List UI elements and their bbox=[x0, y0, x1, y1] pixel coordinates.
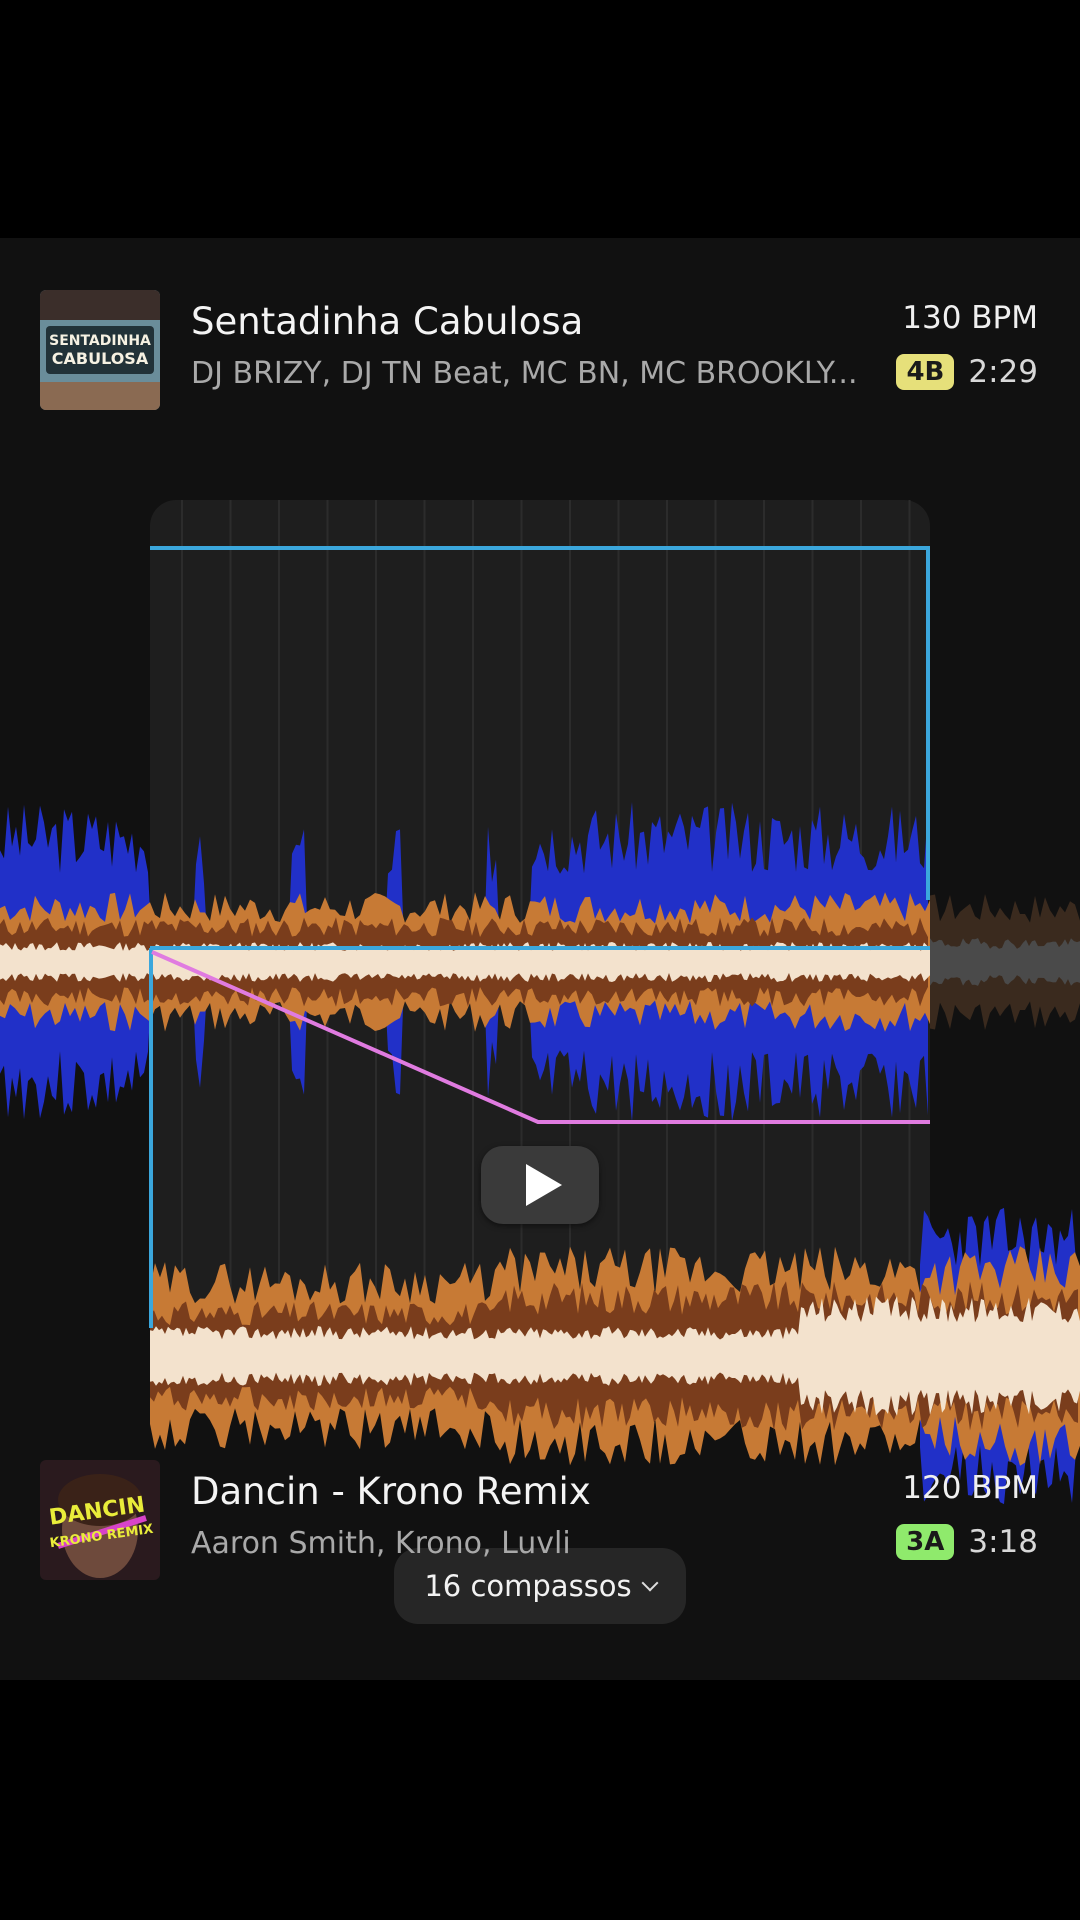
track-artists-top: DJ BRIZY, DJ TN Beat, MC BN, MC BROOKLY.… bbox=[191, 356, 858, 391]
bpm-bottom: 120 BPM bbox=[902, 1470, 1038, 1506]
meta-row-bottom: 3A 3:18 bbox=[896, 1524, 1038, 1560]
bpm-top: 130 BPM bbox=[902, 300, 1038, 336]
album-art-top: SENTADINHA CABULOSA bbox=[40, 290, 160, 410]
key-badge-bottom: 3A bbox=[896, 1524, 955, 1560]
play-icon bbox=[526, 1164, 562, 1206]
art-text-line1: SENTADINHA bbox=[49, 333, 151, 349]
track-row-bottom[interactable]: DANCIN KRONO REMIX Dancin - Krono Remix … bbox=[0, 1460, 1080, 1590]
track-artists-bottom: Aaron Smith, Krono, Luvli bbox=[191, 1526, 571, 1561]
duration-top: 2:29 bbox=[968, 354, 1038, 390]
duration-bottom: 3:18 bbox=[968, 1524, 1038, 1560]
meta-row-top: 4B 2:29 bbox=[896, 354, 1038, 390]
album-art-bottom: DANCIN KRONO REMIX bbox=[40, 1460, 160, 1580]
track-row-top[interactable]: SENTADINHA CABULOSA Sentadinha Cabulosa … bbox=[0, 290, 1080, 420]
track-title-top: Sentadinha Cabulosa bbox=[191, 300, 584, 343]
art-text-line2: CABULOSA bbox=[52, 349, 149, 368]
track-title-bottom: Dancin - Krono Remix bbox=[191, 1470, 591, 1513]
key-badge-top: 4B bbox=[896, 354, 955, 390]
play-button[interactable] bbox=[481, 1146, 599, 1224]
mix-panel: SENTADINHA CABULOSA Sentadinha Cabulosa … bbox=[0, 238, 1080, 1680]
